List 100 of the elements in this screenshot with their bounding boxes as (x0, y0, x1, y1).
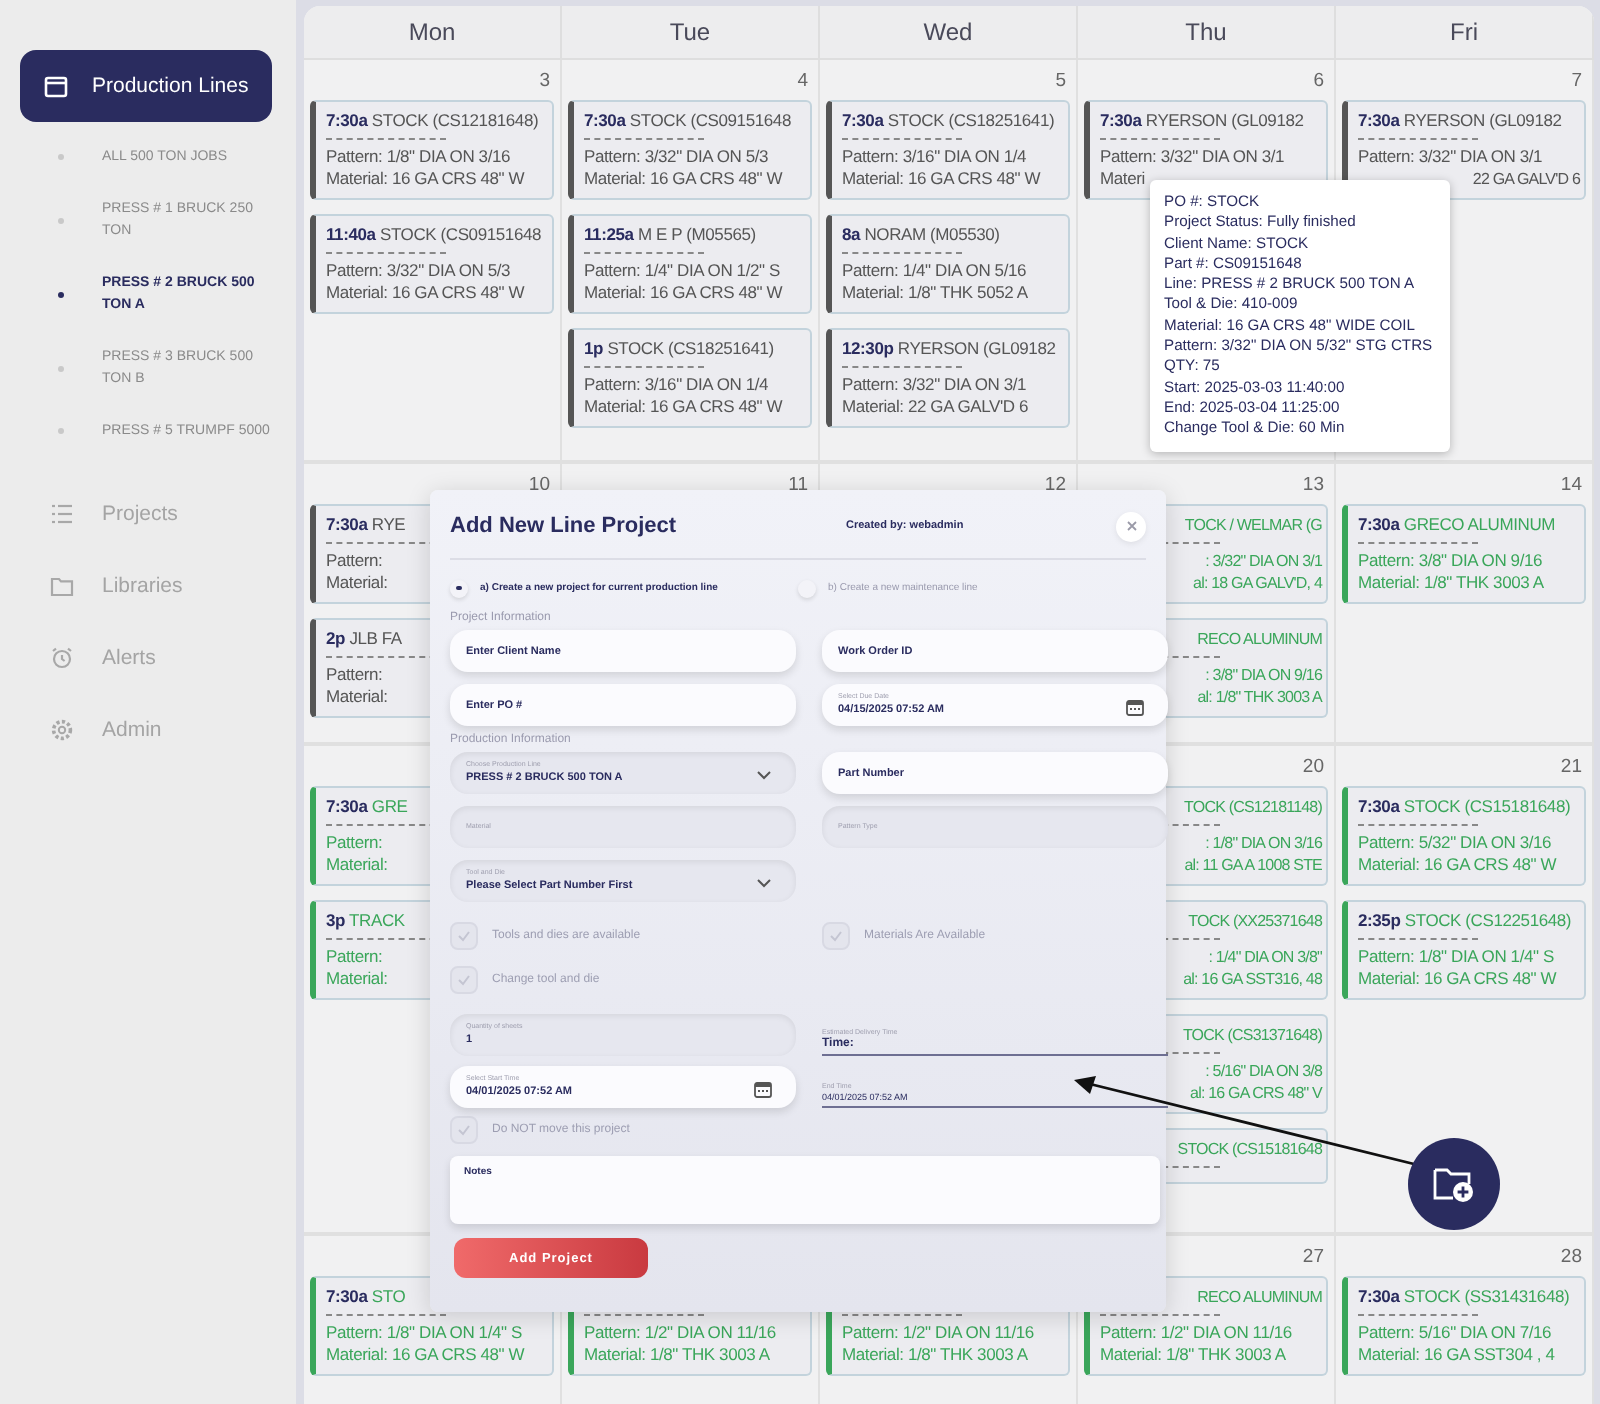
event-pattern: Pattern: 1/2" DIA ON 11/16 (842, 1322, 1034, 1342)
event-pattern: Pattern: 3/16" DIA ON 1/4 (584, 374, 769, 394)
event-pattern: : 5/16" DIA ON 3/8 (1205, 1062, 1322, 1080)
dialog-title: Add New Line Project (450, 514, 679, 538)
event-material: Material: 1/8" THK 5052 A (842, 282, 1028, 302)
day-number: 6 (1313, 69, 1324, 91)
day-number: 7 (1571, 69, 1582, 91)
day-number: 28 (1560, 1245, 1582, 1267)
event-material: Material: 1/8" THK 3003 A (842, 1344, 1028, 1364)
event-pattern: Pattern: (326, 946, 383, 966)
event-title: 7:30a RYE (326, 514, 406, 534)
event-pattern: : 3/8" DIA ON 9/16 (1205, 666, 1322, 684)
event-material: al: 1/8" THK 3003 A (1197, 688, 1322, 706)
event-title: 7:30a STOCK (CS09151648 (584, 110, 791, 130)
event-material: Material: (326, 686, 388, 706)
event-material: al: 11 GA A 1008 STE (1184, 856, 1322, 874)
event-material: Material: 1/8" THK 3003 A (584, 1344, 770, 1364)
event-pattern: Pattern: 3/32" DIA ON 3/1 (1100, 146, 1285, 166)
event-pattern: Pattern: 3/32" DIA ON 5/3 (326, 260, 511, 280)
event-material: Material: 16 GA SST304 , 4 (1358, 1344, 1555, 1364)
event-material: Material: 16 GA CRS 48" W (326, 168, 525, 188)
event-title: 7:30a STO (326, 1286, 406, 1306)
event-pattern: Pattern: 1/2" DIA ON 11/16 (584, 1322, 776, 1342)
day-number: 10 (528, 473, 550, 495)
event-title: 7:30a GRECO ALUMINUM (1358, 514, 1556, 534)
event-pattern: Pattern: 1/8" DIA ON 3/16 (326, 146, 511, 166)
event-title: 8a NORAM (M05530) (842, 224, 1000, 244)
event-material: Material: 16 GA CRS 48" W (1358, 968, 1557, 988)
day-number: 20 (1302, 755, 1324, 777)
event-material: Material: 16 GA CRS 48" W (584, 168, 783, 188)
event-material: al: 16 GA CRS 48" V (1190, 1084, 1322, 1102)
event-material: Material: 1/8" THK 3003 A (1358, 572, 1544, 592)
event-title: TOCK (XX25371648 (1188, 912, 1322, 930)
weekday-header: Thu (1185, 18, 1227, 46)
event-material: Material: (326, 854, 388, 874)
event-material: 22 GA GALV'D 6 (1472, 170, 1580, 188)
event-material: Material: 22 GA GALV'D 6 (842, 396, 1029, 416)
event-material: Materi (1100, 168, 1145, 188)
event-material: al: 16 GA SST316, 48 (1183, 970, 1322, 988)
event-material: Material: 16 GA CRS 48" W (1358, 854, 1557, 874)
event-pattern: Pattern: (326, 550, 383, 570)
event-pattern: Pattern: 3/32" DIA ON 3/1 (1358, 146, 1543, 166)
weekday-header: Wed (923, 18, 973, 46)
event-title: 7:30a STOCK (SS31431648) (1358, 1286, 1570, 1306)
event-pattern: Pattern: (326, 664, 383, 684)
weekday-header: Mon (408, 18, 456, 46)
event-material: Material: 16 GA CRS 48" W (584, 396, 783, 416)
event-material: Material: 16 GA CRS 48" W (326, 1344, 525, 1364)
event-pattern: Pattern: 5/16" DIA ON 7/16 (1358, 1322, 1552, 1342)
event-title: 7:30a GRE (326, 796, 408, 816)
event-title: TOCK (CS12181148) (1184, 798, 1322, 816)
event-pattern: Pattern: 3/16" DIA ON 1/4 (842, 146, 1027, 166)
event-pattern: Pattern: 3/32" DIA ON 5/3 (584, 146, 769, 166)
event-material: Material: (326, 968, 388, 988)
event-title: 2:35p STOCK (CS12251648) (1358, 910, 1572, 930)
day-number: 12 (1044, 473, 1066, 495)
event-pattern: : 3/32" DIA ON 3/1 (1205, 552, 1322, 570)
event-material: Material: 16 GA CRS 48" W (842, 168, 1041, 188)
event-title: TOCK (CS31371648) (1182, 1026, 1322, 1044)
event-pattern: Pattern: 1/8" DIA ON 1/4" S (326, 1322, 522, 1342)
event-title: TOCK / WELMAR (G (1184, 516, 1322, 534)
event-pattern: Pattern: 1/2" DIA ON 11/16 (1100, 1322, 1292, 1342)
event-title: 1p STOCK (CS18251641) (584, 338, 774, 358)
day-number: 21 (1560, 755, 1582, 777)
event-title: 12:30p RYERSON (GL09182 (842, 338, 1056, 358)
event-pattern: Pattern: 1/8" DIA ON 1/4" S (1358, 946, 1554, 966)
event-title: 7:30a STOCK (CS18251641) (842, 110, 1055, 130)
event-title: 7:30a RYERSON (GL09182 (1100, 110, 1304, 130)
day-number: 5 (1055, 69, 1066, 91)
event-title: 3p TRACK (326, 910, 405, 930)
event-pattern: Pattern: 1/4" DIA ON 5/16 (842, 260, 1027, 280)
event-pattern: Pattern: 5/32" DIA ON 3/16 (1358, 832, 1552, 852)
event-title: 2p JLB FA (326, 628, 402, 648)
event-pattern: : 1/4" DIA ON 3/8" (1208, 948, 1322, 966)
event-pattern: Pattern: 3/32" DIA ON 3/1 (842, 374, 1027, 394)
day-number: 27 (1302, 1245, 1324, 1267)
event-material: Material: (326, 572, 388, 592)
event-pattern: : 1/8" DIA ON 3/16 (1205, 834, 1322, 852)
event-title: STOCK (CS15181648 (1177, 1140, 1322, 1158)
event-pattern: Pattern: 1/4" DIA ON 1/2" S (584, 260, 780, 280)
event-material: Material: 16 GA CRS 48" W (326, 282, 525, 302)
event-title: 7:30a RYERSON (GL09182 (1358, 110, 1562, 130)
day-number: 4 (797, 69, 808, 91)
event-material: Material: 1/8" THK 3003 A (1100, 1344, 1286, 1364)
event-title: RECO ALUMINUM (1197, 1288, 1322, 1306)
event-title: 11:25a M E P (M05565) (584, 224, 756, 244)
event-title: 11:40a STOCK (CS09151648 (326, 224, 542, 244)
event-material: al: 18 GA GALV'D, 4 (1193, 574, 1322, 592)
day-number: 14 (1560, 473, 1582, 495)
event-pattern: Pattern: (326, 832, 383, 852)
day-number: 3 (539, 69, 550, 91)
event-title: 7:30a STOCK (CS15181648) (1358, 796, 1571, 816)
weekday-header: Fri (1450, 18, 1478, 46)
event-title: RECO ALUMINUM (1197, 630, 1322, 648)
event-material: Material: 16 GA CRS 48" W (584, 282, 783, 302)
day-number: 11 (788, 473, 808, 495)
event-title: 7:30a STOCK (CS12181648) (326, 110, 539, 130)
day-number: 13 (1302, 473, 1324, 495)
weekday-header: Tue (669, 18, 711, 46)
event-pattern: Pattern: 3/8" DIA ON 9/16 (1358, 550, 1543, 570)
